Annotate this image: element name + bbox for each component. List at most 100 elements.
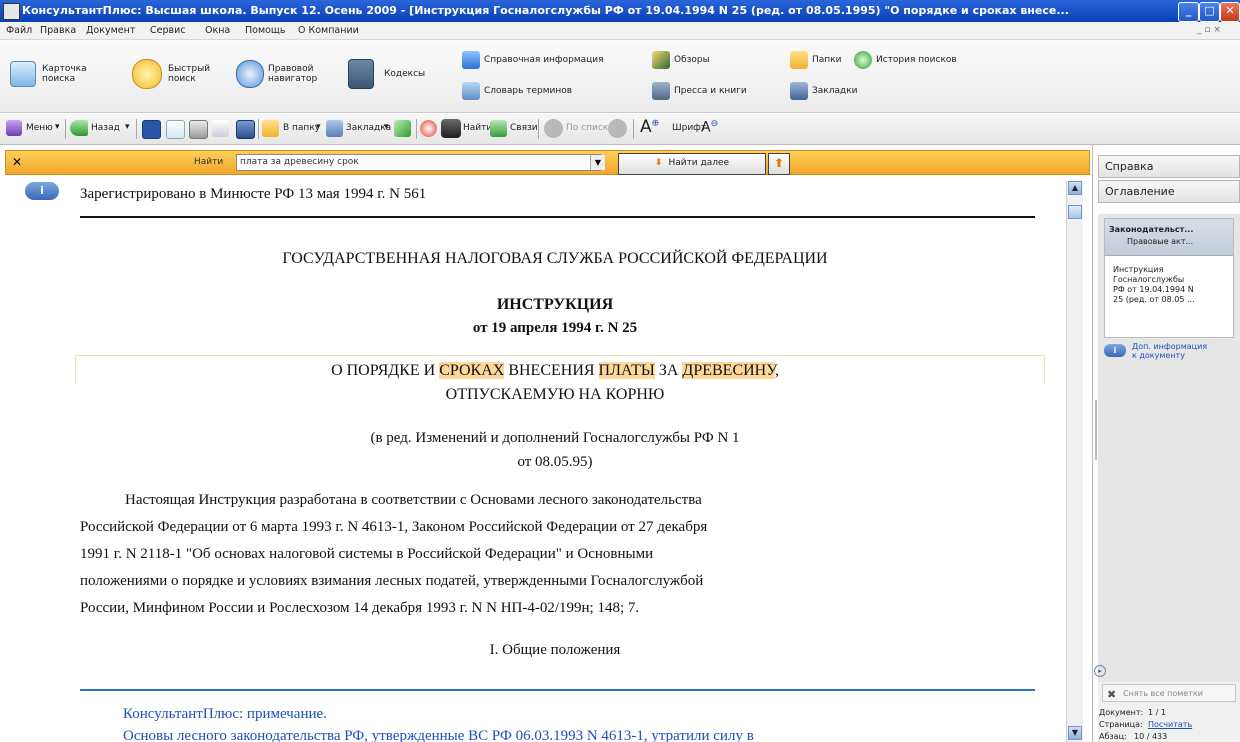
clear-marks-button[interactable]: ✖ Снять все пометки [1102,684,1236,702]
edit-note-icon[interactable] [394,120,411,137]
menu-document[interactable]: Документ [86,25,135,36]
folders-link[interactable]: Папки [812,55,841,65]
navigator-icon [236,60,264,88]
print-icon[interactable] [189,120,208,139]
save-to-file-icon[interactable] [166,120,185,139]
search-hit: ПЛАТЫ [598,362,655,379]
extra-info-icon[interactable]: i [1104,344,1126,357]
find-button[interactable]: Найти [463,123,492,133]
reference-info-link[interactable]: Справочная информация [484,55,604,65]
highlight-off-icon[interactable] [420,120,437,137]
close-button[interactable]: ✕ [1220,2,1240,22]
extra-info-link[interactable]: Доп. информация [1132,342,1207,351]
reviews-link[interactable]: Обзоры [674,55,710,65]
secondary-toolbar: Меню ▾ Назад ▾ В папку ▾ Закладка ▾ Найт… [0,114,1240,145]
magnifier-icon [10,61,36,87]
menu-edit[interactable]: Правка [40,25,76,36]
note-rule [80,689,1035,691]
section-heading: I. Общие положения [489,642,621,658]
document-info-box: Законодательст... Правовые акт... Инстру… [1104,218,1234,338]
document-scrollbar[interactable]: ▲ ▼ [1066,181,1083,742]
search-history-link[interactable]: История поисков [876,55,957,65]
doc-title-line1: О ПОРЯДКЕ И СРОКАХ ВНЕСЕНИЯ ПЛАТЫ ЗА ДРЕ… [331,362,779,379]
find-next-button[interactable]: ⬇ Найти далее [618,153,766,175]
info-box-line: Инструкция [1113,265,1164,274]
find-input[interactable]: плата за древесину срок [236,154,601,171]
menu-help[interactable]: Помощь [245,25,285,36]
maximize-button[interactable]: □ [1199,2,1220,22]
extra-info-link-line2[interactable]: к документу [1132,351,1185,360]
scroll-thumb[interactable] [1068,205,1082,219]
registration-note: Зарегистрировано в Минюсте РФ 13 мая 199… [80,186,427,202]
back-arrow-icon [70,120,88,136]
back-button[interactable]: Назад [91,123,120,133]
to-folder-button[interactable]: В папку [283,123,320,133]
separator [538,119,539,139]
search-hit: ДРЕВЕСИНУ [682,362,775,379]
history-icon [854,51,872,69]
links-button[interactable]: Связи [510,123,538,133]
note-text: Основы лесного законодательства РФ, утве… [123,728,754,742]
next-in-list-icon[interactable] [608,119,627,138]
card-search-button[interactable]: Карточка поиска [10,59,110,95]
doc-date: от 19 апреля 1994 г. N 25 [472,320,638,336]
preview-icon[interactable] [212,120,229,137]
quick-search-button[interactable]: Быстрый поиск [132,59,232,95]
header-rule [80,216,1035,218]
tab-help[interactable]: Справка [1098,155,1240,178]
prev-in-list-icon[interactable] [544,119,563,138]
separator [258,119,259,139]
doc-type-heading: ИНСТРУКЦИЯ [496,296,614,313]
scroll-down-icon[interactable]: ▼ [1068,726,1082,740]
status-page-label: Страница: [1099,720,1143,729]
codes-button[interactable]: Кодексы [348,59,438,95]
app-icon [3,3,20,20]
body-line: 1991 г. N 2118-1 "Об основах налоговой с… [80,546,654,562]
word-export-icon[interactable] [142,120,161,139]
quick-search-icon [132,59,162,89]
menu-bar: Файл Правка Документ Сервис Окна Помощь … [0,22,1240,40]
menu-windows[interactable]: Окна [205,25,230,36]
menu-service[interactable]: Сервис [150,25,186,36]
mdi-controls[interactable]: _ ▫ × [1197,25,1221,35]
find-previous-button[interactable]: ⬆ [768,153,790,175]
tab-contents[interactable]: Оглавление [1098,180,1240,203]
font-increase-icon[interactable]: A⊕ [640,117,659,137]
info-box-line: 25 (ред. от 08.05 ... [1113,295,1195,304]
title-bar: КонсультантПлюс: Высшая школа. Выпуск 12… [0,0,1240,22]
reference-info-icon [462,51,480,69]
menu-about[interactable]: О Компании [298,25,359,36]
revision-line1: (в ред. Изменений и дополнений Госналогс… [370,430,740,446]
find-dropdown-chevron-icon[interactable]: ▼ [590,155,605,170]
close-find-icon[interactable]: ✕ [12,155,22,169]
status-paragraph-label: Абзац: [1099,732,1127,741]
bookmark-chevron-down-icon: ▾ [384,122,389,132]
info-box-line: РФ от 19.04.1994 N [1113,285,1194,294]
status-page-count-link[interactable]: Посчитать [1148,720,1192,729]
dictionary-icon [462,82,480,100]
separator [633,119,634,139]
main-toolbar: Карточка поиска Быстрый поиск Правовой н… [0,41,1240,113]
save-icon[interactable] [236,120,255,139]
body-line: положениями о порядке и условиях взимани… [80,573,704,589]
agency-heading: ГОСУДАРСТВЕННАЯ НАЛОГОВАЯ СЛУЖБА РОССИЙС… [282,250,828,267]
scroll-up-icon[interactable]: ▲ [1068,181,1082,195]
menu-file[interactable]: Файл [6,25,32,36]
revision-line2: от 08.05.95) [517,454,593,470]
minimize-button[interactable]: _ [1178,2,1199,22]
menu-dropdown[interactable]: Меню [26,123,53,133]
dictionary-link[interactable]: Словарь терминов [484,86,572,96]
collapse-panel-icon[interactable]: ▸ [1094,665,1106,677]
legal-navigator-button[interactable]: Правовой навигатор [236,59,346,95]
separator [65,119,66,139]
press-books-link[interactable]: Пресса и книги [674,86,747,96]
links-icon [490,120,507,137]
binoculars-icon [441,119,461,138]
reviews-icon [652,51,670,69]
font-decrease-icon[interactable]: A⊖ [701,119,718,136]
arrow-down-icon: ⬇ [654,158,663,168]
panel-splitter[interactable] [1095,400,1097,460]
by-list-button[interactable]: По списку [566,123,614,133]
bookmarks-link[interactable]: Закладки [812,86,858,96]
info-icon[interactable]: i [25,182,59,200]
